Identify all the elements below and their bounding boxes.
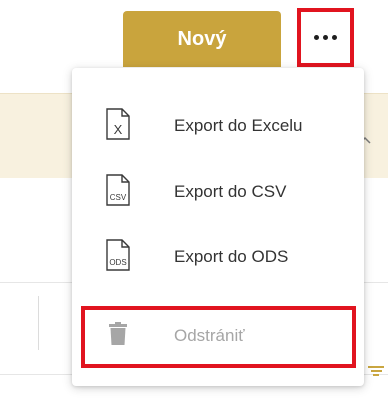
trash-icon (108, 321, 128, 351)
filter-icon[interactable] (368, 366, 384, 380)
new-button[interactable]: Nový (123, 11, 281, 67)
menu-item-label: Export do ODS (174, 247, 289, 266)
csv-file-icon: CSV (106, 173, 130, 211)
svg-text:ODS: ODS (109, 258, 126, 267)
actions-dropdown-menu: X Export do Excelu CSV Export do CSV ODS… (72, 68, 364, 386)
menu-item-delete: Odstrániť (72, 308, 364, 364)
menu-item-export-ods[interactable]: ODS Export do ODS (72, 222, 364, 292)
more-horizontal-icon (314, 35, 337, 40)
more-actions-button[interactable] (297, 8, 354, 67)
svg-text:X: X (114, 122, 123, 137)
menu-item-export-excel[interactable]: X Export do Excelu (72, 91, 364, 161)
svg-text:CSV: CSV (110, 193, 127, 202)
ods-file-icon: ODS (106, 238, 130, 276)
menu-item-label: Export do Excelu (174, 116, 303, 135)
menu-item-label: Odstrániť (174, 326, 245, 345)
column-divider (38, 296, 39, 350)
menu-item-label: Export do CSV (174, 182, 287, 201)
menu-item-export-csv[interactable]: CSV Export do CSV (72, 157, 364, 227)
excel-file-icon: X (106, 107, 130, 145)
